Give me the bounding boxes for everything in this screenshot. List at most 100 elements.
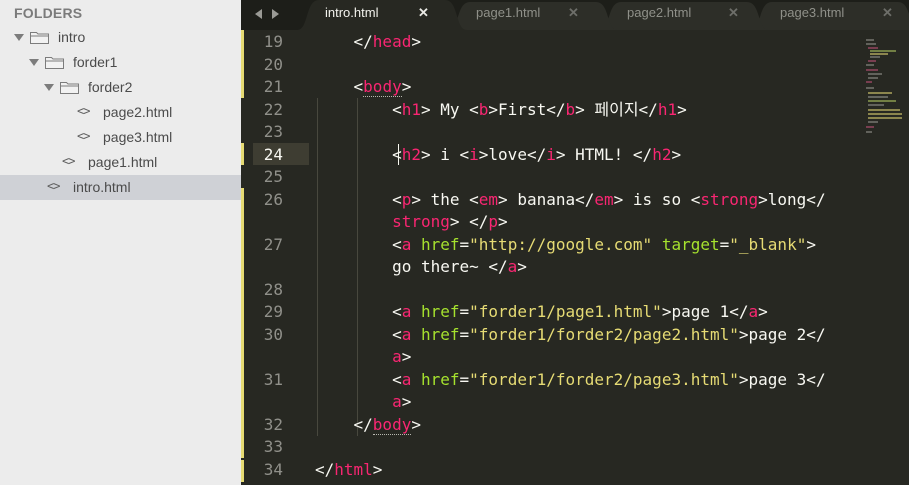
text-token: > bbox=[677, 99, 687, 119]
folder-label: forder1 bbox=[73, 54, 118, 70]
close-icon[interactable]: ✕ bbox=[418, 5, 429, 21]
tag-name-token: h1 bbox=[657, 99, 678, 119]
tag-name-token: a bbox=[392, 392, 402, 411]
text-token: > bbox=[401, 347, 412, 366]
file-page1-html[interactable]: <> page1.html bbox=[0, 150, 241, 175]
tag-name-token: a bbox=[401, 324, 412, 344]
folder-expanded-icon[interactable] bbox=[44, 84, 54, 91]
text-token: </ bbox=[315, 459, 335, 479]
line-number: 34 bbox=[263, 459, 283, 479]
text-token: > bbox=[671, 144, 682, 164]
file-label: page1.html bbox=[88, 154, 158, 170]
folder-expanded-icon[interactable] bbox=[14, 34, 24, 41]
text-token: > bbox=[411, 32, 421, 51]
tag-name-token: strong bbox=[700, 189, 759, 209]
attribute-value-token: "forder1/forder2/page2.html" bbox=[469, 324, 739, 344]
next-tab-arrow-icon[interactable] bbox=[272, 9, 279, 19]
text-token: >page 3</ bbox=[738, 369, 826, 389]
text-token: > 페이지</ bbox=[575, 99, 658, 119]
folder-forder1[interactable]: forder1 bbox=[0, 50, 241, 75]
text-token: = bbox=[459, 369, 470, 389]
text-token: > banana</ bbox=[498, 189, 595, 209]
tab-page2-html[interactable]: page2.html ✕ bbox=[599, 0, 769, 30]
line-number: 21 bbox=[263, 77, 283, 96]
code-line: </body> bbox=[315, 414, 421, 437]
close-icon[interactable]: ✕ bbox=[728, 5, 739, 21]
tag-name-token: a bbox=[748, 302, 759, 321]
file-page3-html[interactable]: <> page3.html bbox=[0, 125, 241, 150]
line-number: 20 bbox=[263, 54, 283, 74]
text-token: >long</ bbox=[758, 189, 826, 209]
text-token: >page 1</ bbox=[661, 302, 749, 321]
line-number-current: 24 bbox=[263, 144, 283, 164]
attribute-value-token: "_blank" bbox=[729, 234, 807, 254]
text-token: > bbox=[401, 392, 412, 411]
file-page2-html[interactable]: <> page2.html bbox=[0, 100, 241, 125]
code-line: <a href="forder1/page1.html">page 1</a> bbox=[315, 301, 768, 324]
folder-icon bbox=[30, 32, 49, 44]
tag-name-token: body bbox=[372, 414, 412, 435]
folder-intro[interactable]: intro bbox=[0, 25, 241, 50]
text-token: < bbox=[315, 189, 402, 209]
text-token: > bbox=[806, 234, 816, 254]
close-icon[interactable]: ✕ bbox=[882, 5, 893, 21]
attribute-value-token: "http://google.com" bbox=[469, 234, 653, 254]
text-token: < bbox=[315, 302, 402, 321]
code-editor[interactable]: 19 20 21 22 23 24 25 26 27 28 29 30 31 3… bbox=[241, 30, 909, 485]
text-token: > My < bbox=[420, 99, 479, 119]
tab-label: page2.html bbox=[627, 5, 692, 20]
folder-forder2[interactable]: forder2 bbox=[0, 75, 241, 100]
file-label: intro.html bbox=[73, 179, 131, 195]
text-token: </ bbox=[315, 414, 373, 434]
text-token: > </ bbox=[449, 212, 489, 231]
tab-bar: page3.html ✕ page2.html ✕ page1.html ✕ i… bbox=[241, 0, 909, 30]
line-number: 26 bbox=[263, 189, 283, 209]
attribute-name-token: href bbox=[420, 369, 460, 389]
tag-name-token: h1 bbox=[401, 99, 421, 119]
close-icon[interactable]: ✕ bbox=[568, 5, 579, 21]
previous-tab-arrow-icon[interactable] bbox=[255, 9, 262, 19]
text-token: > bbox=[372, 459, 383, 479]
code-line: <h1> My <b>First</b> 페이지</h1> bbox=[315, 99, 687, 122]
line-number: 31 bbox=[263, 369, 283, 389]
code-line: <a href="forder1/forder2/page3.html">pag… bbox=[315, 369, 826, 392]
tag-name-token: a bbox=[401, 302, 412, 321]
tab-page3-html[interactable]: page3.html ✕ bbox=[750, 0, 909, 30]
folder-icon bbox=[45, 57, 64, 69]
code-line: </html> bbox=[315, 459, 382, 482]
tag-name-token: strong bbox=[392, 212, 450, 231]
folder-expanded-icon[interactable] bbox=[29, 59, 39, 66]
folders-header: FOLDERS bbox=[14, 5, 83, 21]
line-number: 28 bbox=[263, 279, 283, 299]
text-token: < bbox=[315, 77, 364, 96]
text-token: > HTML! </ bbox=[555, 144, 653, 164]
text-token: = bbox=[719, 234, 730, 254]
tab-page1-html[interactable]: page1.html ✕ bbox=[448, 0, 618, 30]
tag-name-token: p bbox=[488, 212, 499, 231]
attribute-value-token: "forder1/page1.html" bbox=[469, 302, 662, 321]
tab-intro-html[interactable]: intro.html ✕ bbox=[297, 0, 467, 30]
tag-name-token: a bbox=[401, 369, 412, 389]
text-token: > bbox=[411, 414, 421, 434]
line-number: 22 bbox=[263, 99, 283, 119]
file-intro-html[interactable]: <> intro.html bbox=[0, 175, 241, 200]
minimap[interactable] bbox=[866, 38, 906, 158]
line-number: 25 bbox=[263, 167, 283, 186]
text-token: = bbox=[459, 302, 470, 321]
code-file-icon: <> bbox=[77, 104, 90, 118]
code-file-icon: <> bbox=[77, 129, 90, 143]
code-line: go there~ </a> bbox=[315, 256, 527, 279]
file-label: page3.html bbox=[103, 129, 173, 145]
text-token: > bbox=[498, 212, 508, 231]
text-token: >First</ bbox=[488, 99, 566, 119]
text-token: < bbox=[315, 144, 402, 164]
code-file-icon: <> bbox=[62, 154, 75, 168]
text-token: </ bbox=[315, 32, 373, 51]
tag-name-token: em bbox=[478, 189, 499, 209]
text-token: > is so < bbox=[613, 189, 701, 209]
